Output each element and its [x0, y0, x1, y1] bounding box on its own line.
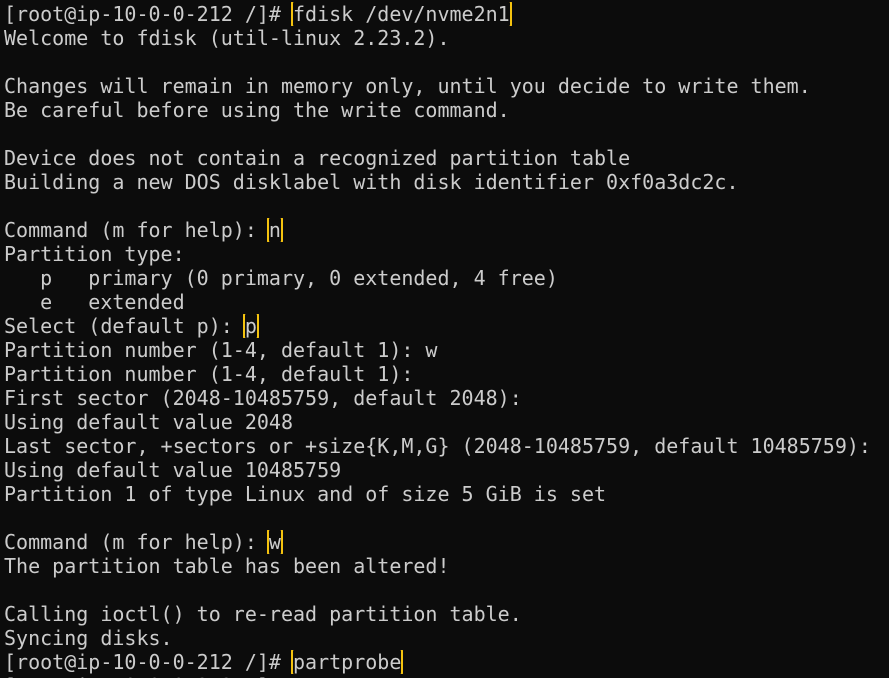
output-partition-number-w: Partition number (1-4, default 1): w	[4, 338, 438, 362]
output-option-primary: p primary (0 primary, 0 extended, 4 free…	[4, 266, 558, 290]
command-line-partprobe: [root@ip-10-0-0-212 /]# partprobe	[4, 650, 889, 674]
command-prompt-line-n: Command (m for help): n	[4, 218, 889, 242]
select-prompt: Select (default p):	[4, 314, 245, 338]
output-syncing: Syncing disks.	[4, 626, 173, 650]
output-building-disklabel: Building a new DOS disklabel with disk i…	[4, 170, 739, 194]
terminal-window[interactable]: [root@ip-10-0-0-212 /]# fdisk /dev/nvme2…	[0, 0, 889, 678]
output-no-table: Device does not contain a recognized par…	[4, 146, 631, 170]
output-option-extended: e extended	[4, 290, 185, 314]
select-prompt-line: Select (default p): p	[4, 314, 889, 338]
output-last-sector: Last sector, +sectors or +size{K,M,G} (2…	[4, 434, 871, 458]
fdisk-command-prompt: Command (m for help):	[4, 218, 269, 242]
next-prompt-line-cutoff: [root@ip-10-0-0-212 /]#	[4, 674, 889, 678]
command-line-fdisk: [root@ip-10-0-0-212 /]# fdisk /dev/nvme2…	[4, 2, 889, 26]
output-partition-number: Partition number (1-4, default 1):	[4, 362, 414, 386]
output-default-last: Using default value 10485759	[4, 458, 342, 482]
shell-prompt: [root@ip-10-0-0-212 /]#	[4, 650, 293, 674]
partprobe-command: partprobe	[290, 650, 404, 674]
command-prompt-line-w: Command (m for help): w	[4, 530, 889, 554]
input-primary: p	[242, 314, 259, 338]
fdisk-command: fdisk /dev/nvme2n1	[290, 2, 512, 26]
output-first-sector: First sector (2048-10485759, default 204…	[4, 386, 522, 410]
output-default-first: Using default value 2048	[4, 410, 293, 434]
output-partition-set: Partition 1 of type Linux and of size 5 …	[4, 482, 607, 506]
fdisk-command-prompt: Command (m for help):	[4, 530, 269, 554]
output-changes-note: Changes will remain in memory only, unti…	[4, 74, 811, 98]
input-new-partition: n	[266, 218, 283, 242]
output-partition-type: Partition type:	[4, 242, 185, 266]
input-write: w	[266, 530, 283, 554]
output-ioctl: Calling ioctl() to re-read partition tab…	[4, 602, 522, 626]
output-careful-note: Be careful before using the write comman…	[4, 98, 510, 122]
output-altered: The partition table has been altered!	[4, 554, 450, 578]
shell-prompt: [root@ip-10-0-0-212 /]#	[4, 2, 293, 26]
output-welcome: Welcome to fdisk (util-linux 2.23.2).	[4, 26, 450, 50]
